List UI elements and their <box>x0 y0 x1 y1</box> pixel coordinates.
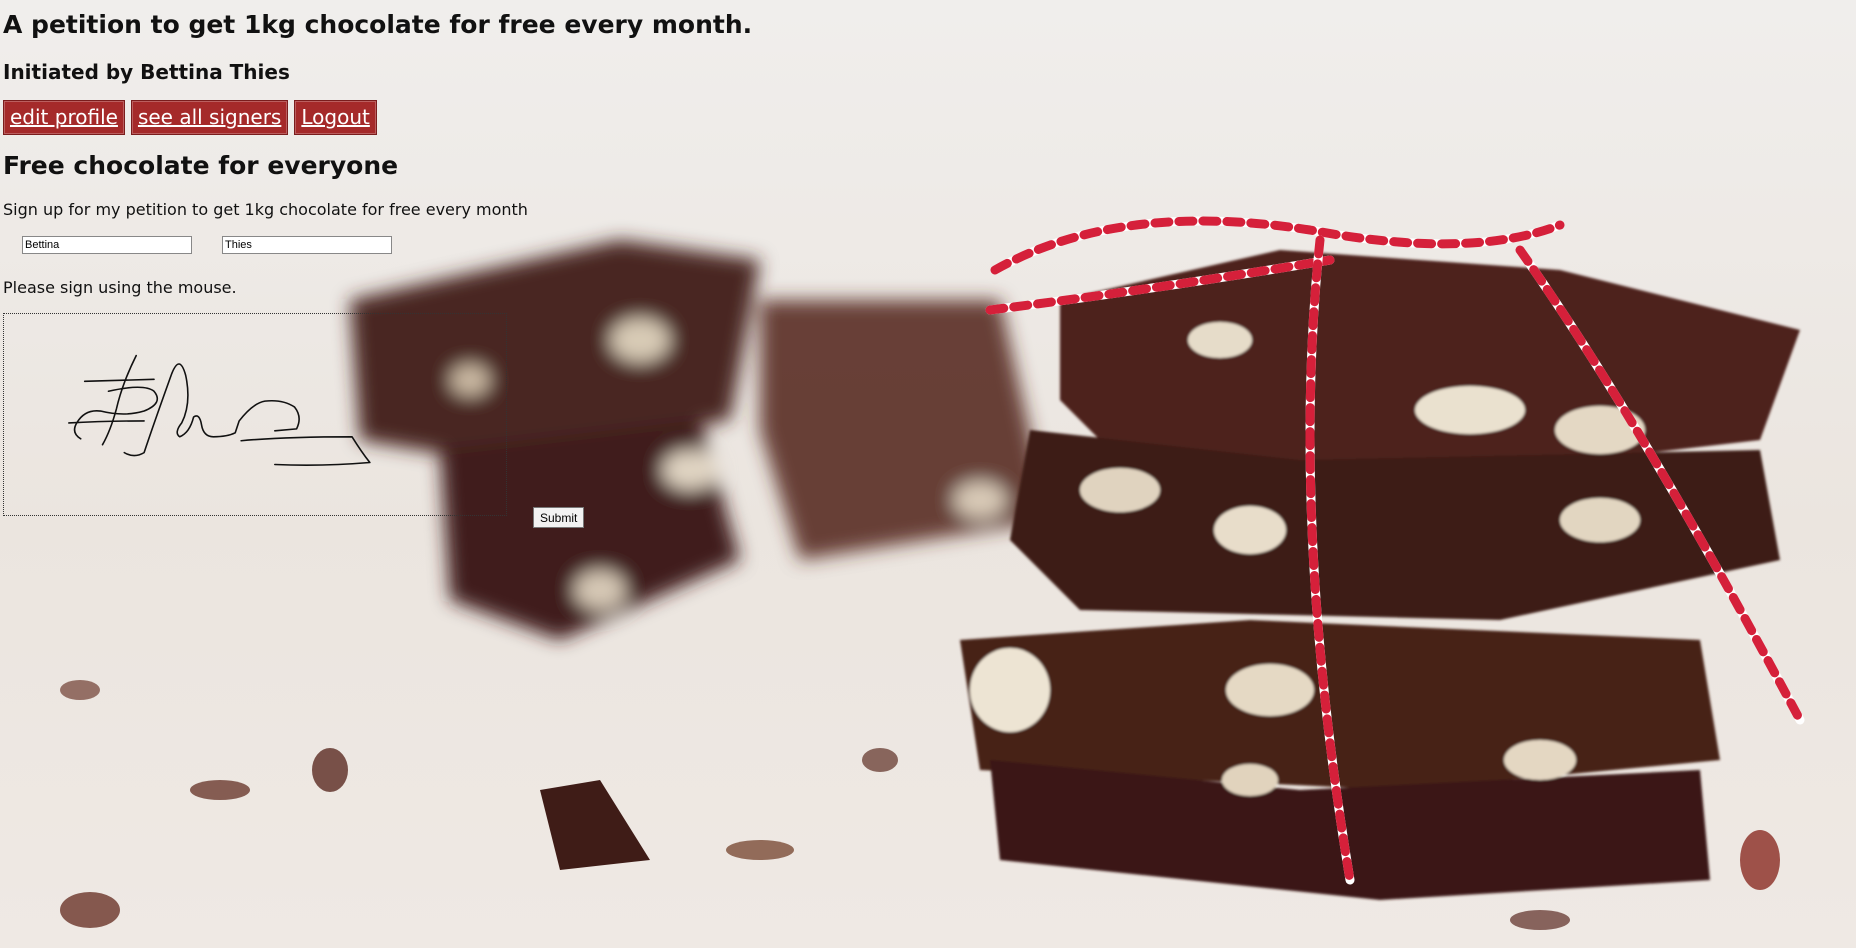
initiated-by: Initiated by Bettina Thies <box>3 60 290 84</box>
petition-description: Sign up for my petition to get 1kg choco… <box>3 200 528 219</box>
last-name-input[interactable] <box>222 236 392 254</box>
page-title: A petition to get 1kg chocolate for free… <box>3 10 753 39</box>
sign-instruction: Please sign using the mouse. <box>3 278 237 297</box>
signature-canvas[interactable] <box>3 313 507 516</box>
signature-drawing <box>68 354 371 466</box>
submit-button[interactable]: Submit <box>533 507 585 528</box>
nav-buttons: edit profile see all signers Logout <box>3 100 377 135</box>
edit-profile-button[interactable]: edit profile <box>3 100 125 135</box>
petition-heading: Free chocolate for everyone <box>3 151 399 180</box>
petition-page: A petition to get 1kg chocolate for free… <box>0 0 1856 948</box>
see-all-signers-button[interactable]: see all signers <box>130 100 289 135</box>
first-name-input[interactable] <box>22 236 192 254</box>
logout-button[interactable]: Logout <box>294 100 377 135</box>
